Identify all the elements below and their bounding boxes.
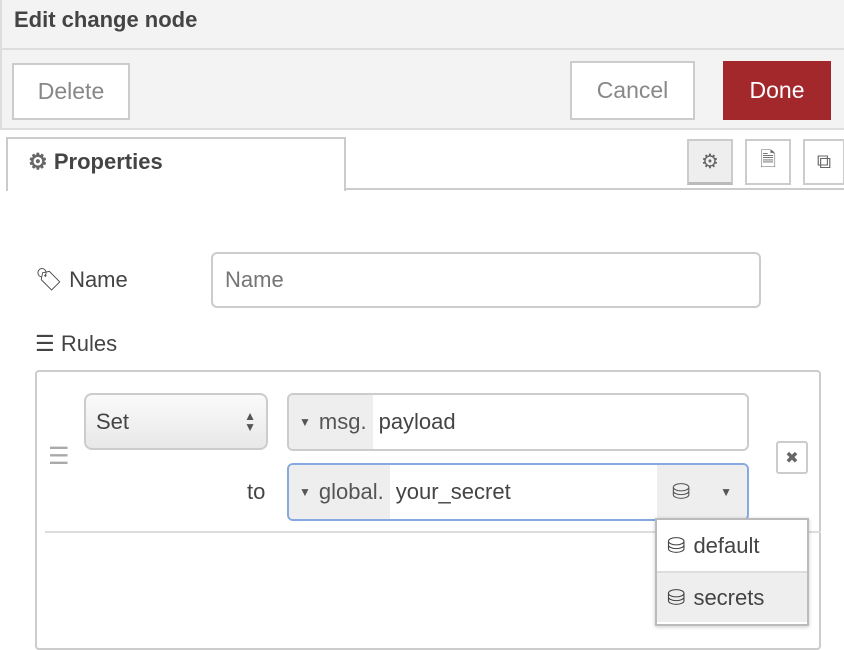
dialog-title: Edit change node [14, 7, 198, 32]
name-label-text: Name [69, 267, 128, 292]
cancel-button[interactable]: Cancel [570, 61, 695, 120]
caret-down-icon: ▼ [299, 415, 311, 429]
database-icon: ⛁ [671, 479, 691, 504]
caret-down-icon: ▼ [299, 485, 311, 499]
context-store-button[interactable]: ⛁ ▼ [657, 465, 747, 519]
source-value: your_secret [395, 479, 511, 504]
name-label: 🏷 Name [35, 267, 128, 293]
description-document-icon[interactable]: 🗎 [745, 139, 791, 185]
target-type: msg. [318, 409, 367, 434]
list-icon: ☰ [35, 331, 55, 356]
menu-item-label: secrets [693, 584, 765, 610]
done-button[interactable]: Done [723, 61, 831, 120]
delete-rule-button[interactable]: ✖ [776, 441, 808, 474]
appearance-frame-icon[interactable]: ⧉ [803, 139, 844, 185]
tab-divider [344, 188, 844, 190]
delete-button[interactable]: Delete [12, 63, 130, 120]
updown-arrows-icon: ▲ ▼ [244, 408, 256, 434]
source-type-selector[interactable]: ▼ global. [289, 465, 390, 519]
target-type-selector[interactable]: ▼ msg. [289, 395, 373, 449]
rule-action-select[interactable]: Set ▲ ▼ [84, 393, 268, 450]
name-input[interactable] [211, 252, 761, 308]
rules-label: ☰ Rules [35, 331, 117, 357]
properties-gear-icon[interactable]: ⚙ [687, 139, 733, 185]
menu-item-default[interactable]: ⛁ default [657, 520, 807, 571]
tab-properties[interactable]: ⚙ Properties [6, 137, 346, 191]
tab-label: Properties [53, 149, 163, 174]
target-value: payload [378, 409, 456, 434]
database-icon: ⛁ [667, 532, 686, 558]
source-property-input[interactable]: ▼ global. your_secret ⛁ ▼ [287, 463, 749, 521]
tag-icon: 🏷 [35, 267, 63, 292]
rules-label-text: Rules [60, 331, 118, 356]
context-store-menu: ⛁ default ⛁ secrets [655, 518, 809, 626]
rule-action-value: Set [96, 408, 130, 434]
drag-handle-icon[interactable]: ☰ [48, 442, 70, 471]
gear-icon: ⚙ [28, 149, 48, 174]
to-label: to [247, 479, 266, 504]
menu-item-label: default [693, 532, 760, 558]
source-type: global. [318, 479, 384, 504]
caret-down-icon: ▼ [720, 485, 733, 499]
menu-item-secrets[interactable]: ⛁ secrets [657, 571, 807, 622]
database-icon: ⛁ [667, 584, 686, 610]
target-property-input[interactable]: ▼ msg. payload [287, 393, 749, 451]
